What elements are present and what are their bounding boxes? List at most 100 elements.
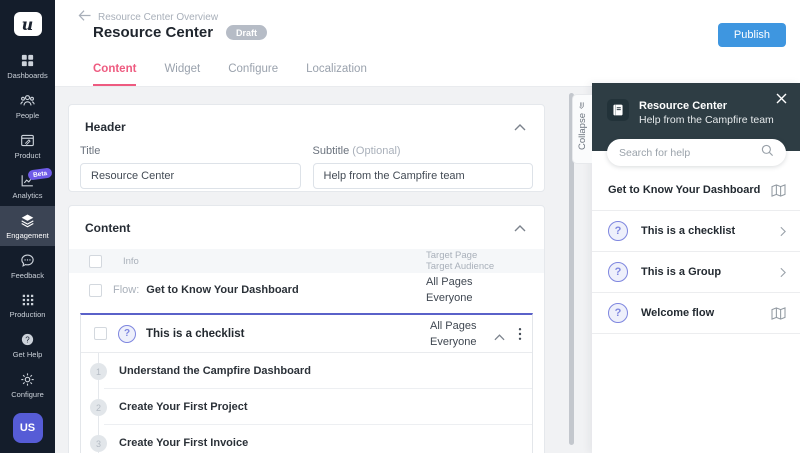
target-audience-value: Everyone (430, 335, 477, 348)
title-field-group: Title (80, 145, 301, 189)
sidebar-item-label: Get Help (12, 350, 43, 359)
flow-row-targets: All Pages Everyone (426, 274, 472, 306)
target-audience-value: Everyone (426, 292, 473, 304)
publish-button[interactable]: Publish (717, 23, 786, 47)
map-icon (771, 183, 786, 197)
sidebar-item-feedback[interactable]: Feedback (0, 246, 55, 286)
question-circle-icon: ? (608, 221, 628, 241)
header-collapse-chevron-icon[interactable] (512, 117, 528, 136)
checklist-step-row[interactable]: 2 Create Your First Project (81, 389, 532, 425)
preview-item-flow-dashboard[interactable]: Get to Know Your Dashboard (592, 170, 800, 211)
sidebar-item-label: Product (14, 151, 41, 160)
subtitle-field-group: Subtitle (Optional) (312, 145, 533, 189)
checklist-step-row[interactable]: 1 Understand the Campfire Dashboard (81, 353, 532, 389)
chevron-right-icon (780, 226, 786, 237)
preview-item-list: Get to Know Your Dashboard ? This is a c… (592, 170, 800, 334)
product-icon (20, 133, 35, 148)
title-field-label: Title (80, 145, 101, 157)
kebab-menu-icon[interactable] (518, 327, 522, 346)
page-title: Resource Center (93, 24, 214, 41)
logo-glyph: u (21, 14, 34, 34)
content-table-header: Info Target Page Target Audience (69, 249, 544, 273)
sidebar-bottom: Production ? Get Help Configure US (0, 286, 55, 453)
content-section-card: Content Info Target Page Target Audience… (68, 205, 545, 453)
tab-content[interactable]: Content (93, 63, 137, 86)
step-title: Understand the Campfire Dashboard (119, 365, 311, 377)
optional-hint: (Optional) (352, 145, 401, 157)
app-logo[interactable]: u (13, 12, 42, 36)
drag-handle-icon: ≡› (577, 101, 588, 109)
step-number-badge: 3 (90, 435, 107, 452)
subtitle-field-label: Subtitle (Optional) (312, 145, 401, 157)
sidebar-item-analytics[interactable]: Beta Analytics (0, 166, 55, 206)
checklist-row-targets: All Pages Everyone (430, 318, 476, 350)
sidebar-item-label: People (15, 111, 40, 120)
subtitle-input[interactable] (312, 163, 533, 189)
book-icon (607, 99, 629, 121)
sidebar-item-configure[interactable]: Configure (0, 365, 55, 405)
table-row-checklist[interactable]: ? This is a checklist All Pages Everyone (81, 315, 532, 353)
column-info: Info (123, 255, 139, 267)
search-input[interactable] (619, 146, 761, 159)
content-collapse-chevron-icon[interactable] (512, 218, 528, 237)
preview-item-title: Get to Know Your Dashboard (608, 184, 761, 196)
sidebar-item-label: Dashboards (7, 71, 48, 80)
sidebar-item-engagement[interactable]: Engagement (0, 206, 55, 246)
sidebar-item-label: Production (9, 310, 46, 319)
sidebar-item-label: Analytics (12, 191, 43, 200)
editor-workspace: Header Title Subtitle (Optional) Content (55, 87, 592, 453)
map-icon (771, 306, 786, 320)
row-checkbox[interactable] (89, 283, 102, 297)
target-page-value: All Pages (426, 276, 473, 288)
sidebar-item-production[interactable]: Production (0, 286, 55, 325)
gear-icon (20, 372, 35, 387)
preview-item-welcome-flow[interactable]: ? Welcome flow (592, 293, 800, 334)
header-section-card: Header Title Subtitle (Optional) (68, 104, 545, 192)
close-icon[interactable] (773, 89, 790, 110)
svg-text:?: ? (25, 335, 30, 344)
preview-item-group[interactable]: ? This is a Group (592, 252, 800, 293)
header-section-title: Header (85, 119, 126, 134)
help-icon: ? (20, 332, 35, 347)
tab-configure[interactable]: Configure (228, 63, 278, 86)
sidebar-item-people[interactable]: People (0, 86, 55, 126)
preview-item-title: Welcome flow (641, 307, 715, 319)
sidebar-item-product[interactable]: Product (0, 126, 55, 166)
checklist-step-row[interactable]: 3 Create Your First Invoice (81, 425, 532, 453)
dashboards-icon (20, 53, 35, 68)
checklist-collapse-chevron-icon[interactable] (494, 328, 505, 346)
title-row: Resource Center Draft (93, 24, 268, 41)
flow-row-title: Get to Know Your Dashboard (146, 284, 299, 296)
title-input[interactable] (80, 163, 301, 189)
collapse-label: Collapse (577, 113, 588, 150)
sidebar-item-label: Feedback (11, 271, 44, 280)
row-checkbox[interactable] (94, 327, 107, 340)
select-all-checkbox[interactable] (89, 254, 102, 268)
sidebar-item-label: Engagement (6, 231, 49, 240)
preview-item-checklist[interactable]: ? This is a checklist (592, 211, 800, 252)
sidebar-item-get-help[interactable]: ? Get Help (0, 325, 55, 365)
user-avatar[interactable]: US (12, 413, 43, 443)
checklist-block-selected: ? This is a checklist All Pages Everyone (80, 313, 533, 453)
breadcrumb[interactable]: Resource Center Overview (78, 9, 218, 25)
sidebar-item-label: Configure (11, 390, 44, 399)
step-title: Create Your First Invoice (119, 437, 249, 449)
tab-bar: Content Widget Configure Localization (93, 63, 367, 86)
tab-widget[interactable]: Widget (164, 63, 200, 86)
row-type-label: Flow: (113, 284, 140, 296)
column-targets: Target Page Target Audience (426, 250, 494, 272)
sidebar-item-dashboards[interactable]: Dashboards (0, 46, 55, 86)
tab-localization[interactable]: Localization (306, 63, 367, 86)
engagement-icon (20, 213, 35, 228)
feedback-icon (20, 253, 35, 268)
table-row-flow[interactable]: Flow: Get to Know Your Dashboard All Pag… (69, 273, 544, 307)
preview-collapse-tab[interactable]: ≡› Collapse (572, 94, 592, 164)
target-page-value: All Pages (430, 319, 477, 332)
column-target-page: Target Page (426, 250, 478, 261)
preview-search-bar (607, 139, 786, 166)
chevron-right-icon (780, 267, 786, 278)
app-window: u Dashboards People Product Beta Analyti… (0, 0, 800, 453)
back-arrow-icon[interactable] (78, 9, 91, 25)
status-badge: Draft (226, 25, 268, 40)
resource-center-preview: Resource Center Help from the Campfire t… (592, 83, 800, 453)
